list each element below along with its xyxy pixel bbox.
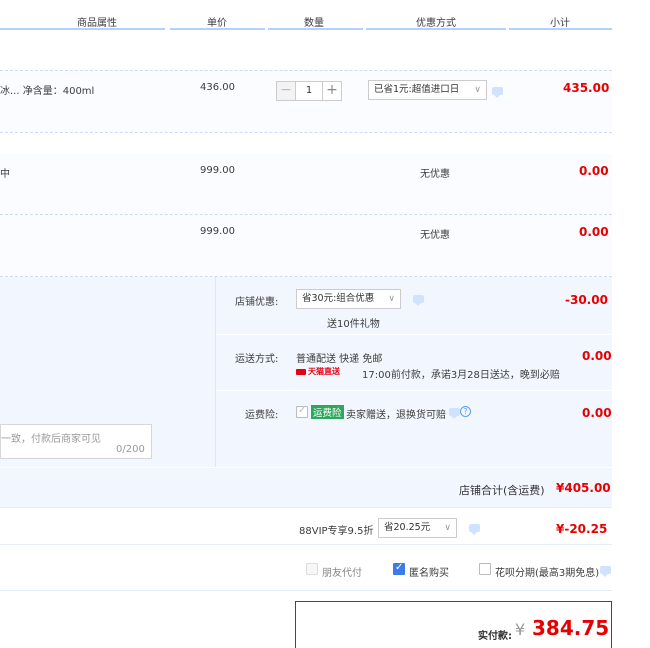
item-attributes: 中	[0, 169, 10, 180]
vip-label: 88VIP专享9.5折	[299, 526, 374, 537]
shop-section	[0, 277, 612, 507]
header-subtotal: 小计	[550, 18, 570, 29]
item-discount: 无优惠	[420, 169, 450, 180]
tmall-direct-logo: 天猫直送	[296, 366, 348, 377]
divider	[216, 334, 612, 335]
huabei-label[interactable]: 花呗分期(最高3期免息)	[495, 564, 599, 579]
message-count: 0/200	[116, 444, 145, 455]
header-underline	[268, 28, 363, 30]
shipping-method: 普通配送 快递 免邮	[296, 354, 383, 365]
message-input[interactable]: 一致，付款后商家可见 0/200	[0, 424, 152, 459]
help-icon[interactable]: ?	[460, 406, 471, 417]
header-discount: 优惠方式	[416, 18, 456, 29]
header-underline	[170, 28, 265, 30]
insurance-label: 运费险:	[245, 410, 279, 421]
header-unit-price: 单价	[207, 18, 227, 29]
increase-button[interactable]: +	[322, 81, 342, 101]
payment-amount: 384.75	[532, 616, 610, 640]
item-subtotal: 0.00	[579, 225, 609, 239]
header-underline	[0, 28, 165, 30]
shop-discount-label: 店铺优惠:	[235, 297, 279, 308]
item-row	[0, 70, 612, 132]
insurance-checkbox	[296, 405, 308, 418]
divider	[216, 390, 612, 391]
shop-discount-select[interactable]: 省30元:组合优惠 ∨	[296, 289, 401, 309]
anonymous-label[interactable]: 匿名购买	[409, 564, 449, 579]
shipping-amount: 0.00	[582, 349, 612, 363]
friend-pay-checkbox	[306, 563, 318, 575]
shop-total-label: 店铺合计(含运费)	[459, 484, 545, 497]
huabei-checkbox[interactable]	[479, 563, 491, 575]
shop-discount-select-label: 省30元:组合优惠	[302, 293, 375, 304]
divider	[0, 70, 612, 71]
shipping-label: 运送方式:	[235, 354, 279, 365]
divider	[0, 132, 612, 133]
header-underline	[366, 28, 506, 30]
chat-icon[interactable]	[492, 87, 503, 98]
header-underline	[509, 28, 612, 30]
item-discount: 无优惠	[420, 230, 450, 241]
divider	[0, 544, 612, 545]
friend-pay-label: 朋友代付	[322, 568, 362, 579]
item-discount-select[interactable]: 已省1元:超值进口日 ∨	[368, 80, 487, 100]
insurance-amount: 0.00	[582, 406, 612, 420]
item-row	[0, 154, 612, 214]
chevron-down-icon: ∨	[474, 85, 481, 95]
quantity-input[interactable]: 1	[296, 81, 322, 101]
chevron-down-icon: ∨	[444, 523, 451, 533]
gift-note: 送10件礼物	[327, 319, 380, 330]
payment-label: 实付款:	[478, 631, 512, 642]
item-unit-price: 436.00	[200, 82, 235, 93]
item-unit-price: 999.00	[200, 165, 235, 176]
order-confirmation: 商品属性 单价 数量 优惠方式 小计 冰... 净含量：400ml 436.00…	[0, 0, 650, 648]
chat-icon[interactable]	[469, 524, 480, 535]
vip-amount: ¥-20.25	[556, 522, 608, 536]
chat-icon[interactable]	[600, 566, 611, 577]
header-attributes: 商品属性	[77, 18, 117, 29]
item-row	[0, 215, 612, 276]
item-subtotal: 0.00	[579, 164, 609, 178]
chat-icon[interactable]	[413, 295, 424, 306]
payment-box: 实付款: ¥ 384.75	[295, 601, 612, 648]
vip-discount-select-label: 省20.25元	[384, 522, 431, 533]
shop-discount-amount: -30.00	[565, 293, 608, 307]
decrease-button[interactable]: −	[276, 81, 296, 101]
item-subtotal: 435.00	[563, 81, 610, 95]
shipping-note: 17:00前付款，承诺3月28日送达，晚到必赔	[362, 370, 560, 381]
header-quantity: 数量	[304, 18, 324, 29]
item-unit-price: 999.00	[200, 226, 235, 237]
insurance-badge: 运费险	[311, 405, 344, 419]
message-placeholder: 一致，付款后商家可见	[1, 434, 101, 445]
divider	[0, 590, 612, 591]
vip-discount-select[interactable]: 省20.25元 ∨	[378, 518, 457, 538]
insurance-note: 卖家赠送，退换货可赔	[346, 410, 446, 421]
quantity-stepper: − 1 +	[276, 81, 342, 101]
anonymous-checkbox[interactable]	[393, 562, 405, 575]
divider	[215, 277, 216, 467]
currency-symbol: ¥	[515, 620, 526, 639]
divider	[0, 467, 612, 468]
item-discount-select-label: 已省1元:超值进口日	[374, 84, 460, 95]
chat-icon[interactable]	[449, 408, 460, 419]
shop-total-amount: ¥405.00	[556, 481, 611, 495]
chevron-down-icon: ∨	[388, 294, 395, 304]
item-attributes: 冰... 净含量：400ml	[0, 86, 95, 97]
divider	[0, 507, 612, 508]
